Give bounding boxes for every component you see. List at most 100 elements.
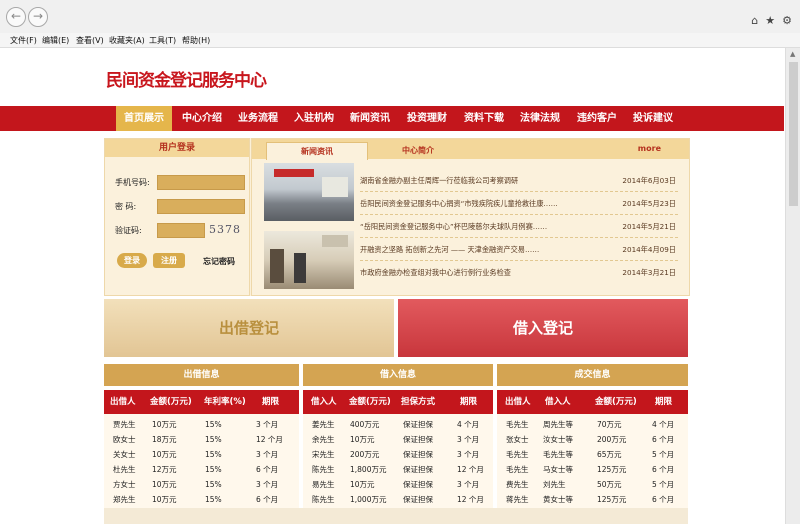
forward-button[interactable]: →	[28, 7, 48, 27]
nav-about[interactable]: 中心介绍	[182, 106, 222, 131]
news-more-link[interactable]: more	[638, 144, 661, 153]
scroll-up-arrow-icon[interactable]: ▲	[790, 50, 795, 58]
table-cell: 费先生	[506, 480, 529, 489]
news-item-date: 2014年6月03日	[622, 176, 676, 185]
login-title: 用户登录	[105, 139, 249, 157]
table-cell: 周先生等	[543, 420, 573, 429]
news-item-title: “岳阳民间资金登记服务中心”杯巴陵慈尔夫球队月例赛……	[360, 222, 548, 231]
news-item[interactable]: 湖南省金融办副主任周辉一行莅临我公司考察调研 2014年6月03日	[360, 171, 678, 192]
captcha-image[interactable]: 5378	[209, 223, 241, 236]
nav-complaints[interactable]: 投诉建议	[633, 106, 673, 131]
menu-tools[interactable]: 工具(T)	[149, 35, 176, 46]
table-cell: 12 个月	[457, 495, 484, 504]
table-cell: 3 个月	[256, 450, 279, 459]
news-item-date: 2014年5月21日	[622, 222, 676, 231]
table-cell: 蒋先生	[506, 495, 529, 504]
table-cell: 200万元	[350, 450, 380, 459]
news-photo-office[interactable]	[264, 231, 354, 289]
phone-input[interactable]	[157, 175, 245, 190]
menu-favorites[interactable]: 收藏夹(A)	[109, 35, 145, 46]
table-cell: 关女士	[113, 450, 136, 459]
table-cell: 张女士	[506, 435, 529, 444]
table-cell: 3 个月	[457, 450, 480, 459]
scrollbar-thumb[interactable]	[789, 62, 798, 206]
lend-register-button[interactable]: 出借登记	[104, 299, 394, 357]
table-cell: 陈先生	[312, 465, 335, 474]
home-icon[interactable]: ⌂	[751, 14, 758, 27]
settings-gear-icon[interactable]: ⚙	[782, 14, 792, 27]
news-item[interactable]: 开融资之坚路 拓创新之先河 —— 天津金融资产交易…… 2014年4月09日	[360, 240, 678, 261]
table-cell: 郑先生	[113, 495, 136, 504]
table-cell: 保证担保	[403, 435, 433, 444]
table-cell: 12 个月	[256, 435, 283, 444]
col-header: 出借人	[505, 397, 531, 407]
news-photo-meeting[interactable]	[264, 163, 354, 221]
table-cell: 毛先生	[506, 465, 529, 474]
table-cell: 5 个月	[652, 480, 675, 489]
table-cell: 毛先生	[506, 450, 529, 459]
footer-strip	[104, 508, 688, 524]
tab-center-intro[interactable]: 中心简介	[378, 142, 458, 159]
menu-help[interactable]: 帮助(H)	[182, 35, 210, 46]
table-cell: 15%	[205, 465, 222, 474]
tab-news[interactable]: 新闻资讯	[266, 142, 368, 160]
table-cell: 贾先生	[113, 420, 136, 429]
borrow-register-button[interactable]: 借入登记	[398, 299, 688, 357]
table-cell: 3 个月	[256, 420, 279, 429]
nav-home[interactable]: 首页展示	[116, 106, 172, 131]
table-cell: 6 个月	[652, 465, 675, 474]
forgot-password-link[interactable]: 忘记密码	[203, 256, 235, 267]
back-button[interactable]: ←	[6, 7, 26, 27]
favorites-star-icon[interactable]: ★	[765, 14, 775, 27]
table-cell: 15%	[205, 450, 222, 459]
table-cell: 毛先生等	[543, 450, 573, 459]
col-header: 出借人	[110, 397, 136, 407]
captcha-input[interactable]	[157, 223, 205, 238]
table-cell: 刘先生	[543, 480, 566, 489]
borrow-info-title: 借入信息	[303, 364, 493, 386]
table-cell: 200万元	[597, 435, 627, 444]
table-cell: 10万元	[350, 480, 375, 489]
table-cell: 宋先生	[312, 450, 335, 459]
nav-news[interactable]: 新闻资讯	[350, 106, 390, 131]
menu-bar: 文件(F) 编辑(E) 查看(V) 收藏夹(A) 工具(T) 帮助(H)	[0, 33, 800, 48]
table-cell: 50万元	[597, 480, 622, 489]
news-item[interactable]: 岳阳民间资金登记服务中心捐资“市残疾院疾儿童抢救往康…… 2014年5月23日	[360, 194, 678, 215]
site-logo[interactable]: 民间资金登记服务中心	[106, 66, 267, 91]
news-item[interactable]: 市政府金融办检查组对我中心进行例行业务检查 2014年3月21日	[360, 263, 678, 283]
news-item-title: 湖南省金融办副主任周辉一行莅临我公司考察调研	[360, 176, 519, 185]
vertical-scrollbar[interactable]: ▲	[785, 48, 800, 524]
deal-table-body: 毛先生 周先生等 70万元 4 个月 张女士 汝女士等 200万元 6 个月 毛先生 毛先生等…	[497, 414, 688, 508]
table-cell: 65万元	[597, 450, 622, 459]
table-cell: 15%	[205, 435, 222, 444]
lend-table-header: 出借人 金额(万元) 年利率(%) 期限	[104, 390, 299, 414]
col-header: 担保方式	[401, 397, 436, 407]
table-cell: 保证担保	[403, 480, 433, 489]
nav-institutions[interactable]: 入驻机构	[294, 106, 334, 131]
password-input[interactable]	[157, 199, 245, 214]
news-item[interactable]: “岳阳民间资金登记服务中心”杯巴陵慈尔夫球队月例赛…… 2014年5月21日	[360, 217, 678, 238]
table-cell: 姜先生	[312, 420, 335, 429]
col-header: 金额(万元)	[595, 397, 637, 407]
nav-defaulters[interactable]: 违约客户	[577, 106, 617, 131]
login-button[interactable]: 登录	[117, 253, 147, 268]
table-cell: 125万元	[597, 495, 627, 504]
register-button[interactable]: 注册	[153, 253, 185, 268]
news-tabs: 新闻资讯 中心简介 more	[252, 139, 689, 160]
nav-law[interactable]: 法律法规	[520, 106, 560, 131]
captcha-label: 验证码:	[115, 226, 142, 235]
table-cell: 6 个月	[652, 495, 675, 504]
table-cell: 6 个月	[652, 435, 675, 444]
table-cell: 15%	[205, 480, 222, 489]
col-header: 年利率(%)	[204, 397, 246, 407]
nav-investment[interactable]: 投资理财	[407, 106, 447, 131]
table-cell: 毛先生	[506, 420, 529, 429]
nav-process[interactable]: 业务流程	[238, 106, 278, 131]
menu-edit[interactable]: 编辑(E)	[42, 35, 69, 46]
nav-downloads[interactable]: 资料下载	[464, 106, 504, 131]
table-cell: 12 个月	[457, 465, 484, 474]
table-cell: 1,000万元	[350, 495, 387, 504]
table-cell: 3 个月	[457, 435, 480, 444]
menu-view[interactable]: 查看(V)	[76, 35, 104, 46]
menu-file[interactable]: 文件(F)	[10, 35, 37, 46]
